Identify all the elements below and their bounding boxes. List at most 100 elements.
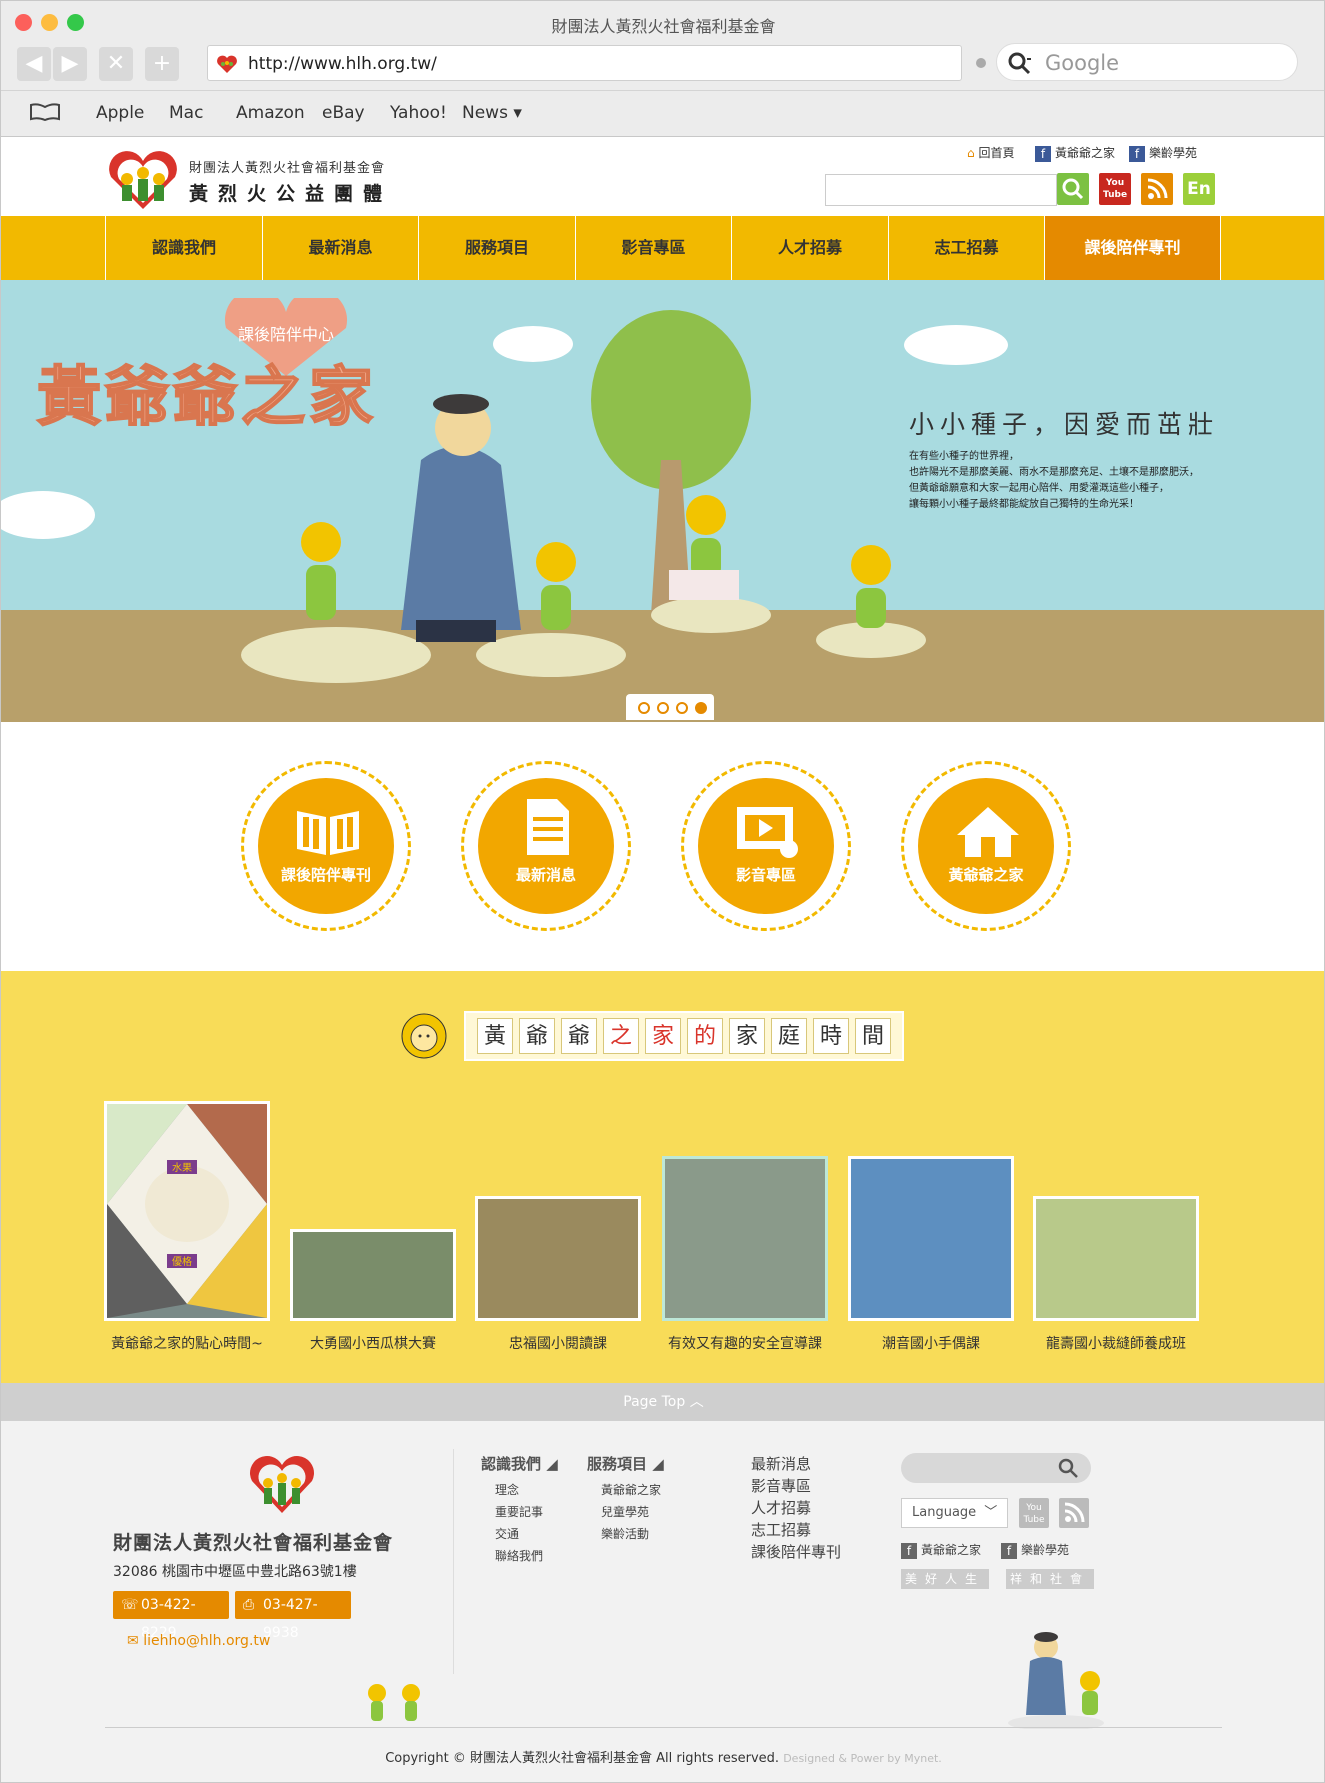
photo-caption[interactable]: 潮音國小手偶課 xyxy=(836,1333,1026,1353)
page-top-button[interactable]: Page Top ︿ xyxy=(1,1383,1324,1421)
title-char: 時 xyxy=(813,1018,849,1054)
site-logo[interactable]: 財團法人黃烈火社會福利基金會 黃烈火公益團體 xyxy=(105,149,395,211)
footer-link[interactable]: 人才招募 xyxy=(751,1497,811,1518)
phone-button[interactable]: ☏ 03-422-8229 xyxy=(113,1591,229,1641)
designer-credit[interactable]: Designed & Power by Mynet. xyxy=(783,1752,942,1765)
address-bar[interactable]: http://www.hlh.org.tw/ xyxy=(207,45,962,81)
title-char-highlight: 的 xyxy=(687,1018,723,1054)
photo-watermelon-chess[interactable] xyxy=(290,1229,456,1321)
footer-link[interactable]: 志工招募 xyxy=(751,1519,811,1540)
footer-link[interactable]: 課後陪伴專刊 xyxy=(751,1541,841,1562)
facebook-link-senior[interactable]: f 樂齡學苑 xyxy=(1129,144,1197,162)
slide-dot-4[interactable] xyxy=(695,702,707,714)
bookmarks-bar: Apple Mac Amazon eBay Yahoo! News ▾ xyxy=(1,91,1324,137)
footer-link[interactable]: 黃爺爺之家 xyxy=(601,1481,661,1498)
footer-search-input[interactable] xyxy=(901,1453,1091,1483)
nav-about[interactable]: 認識我們 xyxy=(105,216,262,280)
facebook-icon: f xyxy=(1129,145,1145,162)
bookmark-amazon[interactable]: Amazon xyxy=(236,103,305,123)
nav-services[interactable]: 服務項目 xyxy=(418,216,575,280)
footer-link[interactable]: 樂齡活動 xyxy=(601,1525,649,1542)
email-link[interactable]: ✉ liehho@hlh.org.tw xyxy=(127,1633,270,1649)
footer-link[interactable]: 交通 xyxy=(495,1525,519,1542)
search-field[interactable]: Google xyxy=(996,43,1298,81)
nav-jobs[interactable]: 人才招募 xyxy=(731,216,888,280)
footer-facebook-grandpa-label: 黃爺爺之家 xyxy=(921,1543,982,1557)
site-favicon-icon xyxy=(217,55,237,73)
reading-list-icon[interactable] xyxy=(29,103,61,121)
youtube-button[interactable]: You Tube xyxy=(1099,173,1131,205)
footer-about-heading[interactable]: 認識我們 ◢ xyxy=(481,1453,558,1474)
footer-link[interactable]: 理念 xyxy=(495,1481,519,1498)
slide-dot-1[interactable] xyxy=(638,702,650,714)
fax-button[interactable]: ⎙ 03-427-9938 xyxy=(235,1591,351,1641)
quick-link-news[interactable]: 最新消息 xyxy=(461,761,631,931)
footer-link[interactable]: 最新消息 xyxy=(751,1453,811,1474)
quick-link-journal[interactable]: 課後陪伴專刊 xyxy=(241,761,411,931)
quick-link-grandpa-home[interactable]: 黃爺爺之家 xyxy=(901,761,1071,931)
motto-stamp: 祥和社會 xyxy=(1006,1569,1094,1589)
hero-badge-text: 課後陪伴中心 xyxy=(238,325,334,344)
title-char: 庭 xyxy=(771,1018,807,1054)
heart-logo-icon xyxy=(109,151,177,209)
quick-link-media[interactable]: 影音專區 xyxy=(681,761,851,931)
footer-link[interactable]: 聯絡我們 xyxy=(495,1547,543,1564)
forward-button[interactable]: ▶ xyxy=(53,47,87,81)
nav-media[interactable]: 影音專區 xyxy=(575,216,731,280)
bookmark-news-menu[interactable]: News ▾ xyxy=(462,103,522,123)
photo-caption[interactable]: 龍壽國小裁縫師養成班 xyxy=(1021,1333,1211,1353)
footer-link[interactable]: 影音專區 xyxy=(751,1475,811,1496)
footer-services-heading[interactable]: 服務項目 ◢ xyxy=(587,1453,664,1474)
photo-puppet-class[interactable] xyxy=(848,1156,1014,1321)
photo-caption[interactable]: 有效又有趣的安全宣導課 xyxy=(650,1333,840,1353)
email-address: liehho@hlh.org.tw xyxy=(143,1633,271,1649)
nav-volunteers[interactable]: 志工招募 xyxy=(888,216,1044,280)
bookmark-apple[interactable]: Apple xyxy=(96,103,144,123)
english-button[interactable]: En xyxy=(1183,173,1215,205)
site-search-input[interactable] xyxy=(825,174,1057,206)
home-link-label: 回首頁 xyxy=(978,146,1015,160)
search-icon[interactable] xyxy=(1057,1457,1081,1479)
bookmark-yahoo[interactable]: Yahoo! xyxy=(390,103,447,123)
sunflower-mascot-icon xyxy=(401,1013,447,1059)
photo-caption[interactable]: 黃爺爺之家的點心時間~ xyxy=(92,1333,282,1353)
bookmark-ebay[interactable]: eBay xyxy=(322,103,365,123)
nav-news[interactable]: 最新消息 xyxy=(262,216,418,280)
facebook-link-grandpa-label: 黃爺爺之家 xyxy=(1055,146,1116,160)
page-status-icon xyxy=(976,58,986,68)
rss-button[interactable] xyxy=(1141,173,1173,205)
footer-youtube-button[interactable]: You Tube xyxy=(1019,1498,1049,1528)
hero-paragraph-line: 讓每顆小小種子最終都能綻放自己獨特的生命光采！ xyxy=(909,499,1139,510)
slide-dot-2[interactable] xyxy=(657,702,669,714)
stop-icon[interactable]: ✕ xyxy=(99,47,133,81)
photo-safety-class[interactable] xyxy=(662,1156,828,1321)
rss-icon xyxy=(1064,1502,1085,1523)
grandpa-kid-illustration xyxy=(1008,1632,1104,1729)
back-button[interactable]: ◀ xyxy=(17,47,51,81)
photo-snack-time[interactable]: 水果 優格 xyxy=(104,1101,270,1321)
home-link[interactable]: ⌂ 回首頁 xyxy=(967,144,1014,161)
photo-caption[interactable]: 忠福國小閱讀課 xyxy=(463,1333,653,1353)
title-char: 黃 xyxy=(477,1018,513,1054)
facebook-link-grandpa[interactable]: f 黃爺爺之家 xyxy=(1035,144,1115,162)
slide-dot-3[interactable] xyxy=(676,702,688,714)
main-navigation: 認識我們 最新消息 服務項目 影音專區 人才招募 志工招募 課後陪伴專刊 xyxy=(1,216,1324,280)
footer-rss-button[interactable] xyxy=(1059,1498,1089,1528)
language-select[interactable]: Language ﹀ xyxy=(901,1498,1008,1528)
nav-after-school-journal[interactable]: 課後陪伴專刊 xyxy=(1044,216,1221,280)
footer-link[interactable]: 重要記事 xyxy=(495,1503,543,1520)
photo-caption[interactable]: 大勇國小西瓜棋大賽 xyxy=(278,1333,468,1353)
window-title: 財團法人黃烈火社會福利基金會 xyxy=(551,17,776,36)
site-search-button[interactable] xyxy=(1057,173,1089,205)
footer-facebook-senior[interactable]: f 樂齡學苑 xyxy=(1001,1541,1069,1559)
footer-bottom-divider xyxy=(105,1727,1222,1728)
photo-reading-class[interactable] xyxy=(475,1196,641,1321)
footer-facebook-grandpa[interactable]: f 黃爺爺之家 xyxy=(901,1541,981,1559)
facebook-icon: f xyxy=(901,1542,917,1559)
new-tab-button[interactable]: + xyxy=(145,47,179,81)
bookmark-mac[interactable]: Mac xyxy=(169,103,203,123)
footer-link[interactable]: 兒童學苑 xyxy=(601,1503,649,1520)
browser-toolbar: ◀ ▶ ✕ + http://www.hlh.org.tw/ Google xyxy=(1,43,1324,91)
photo-sewing-class[interactable] xyxy=(1033,1196,1199,1321)
footer-youtube-label: You Tube xyxy=(1023,1503,1045,1525)
